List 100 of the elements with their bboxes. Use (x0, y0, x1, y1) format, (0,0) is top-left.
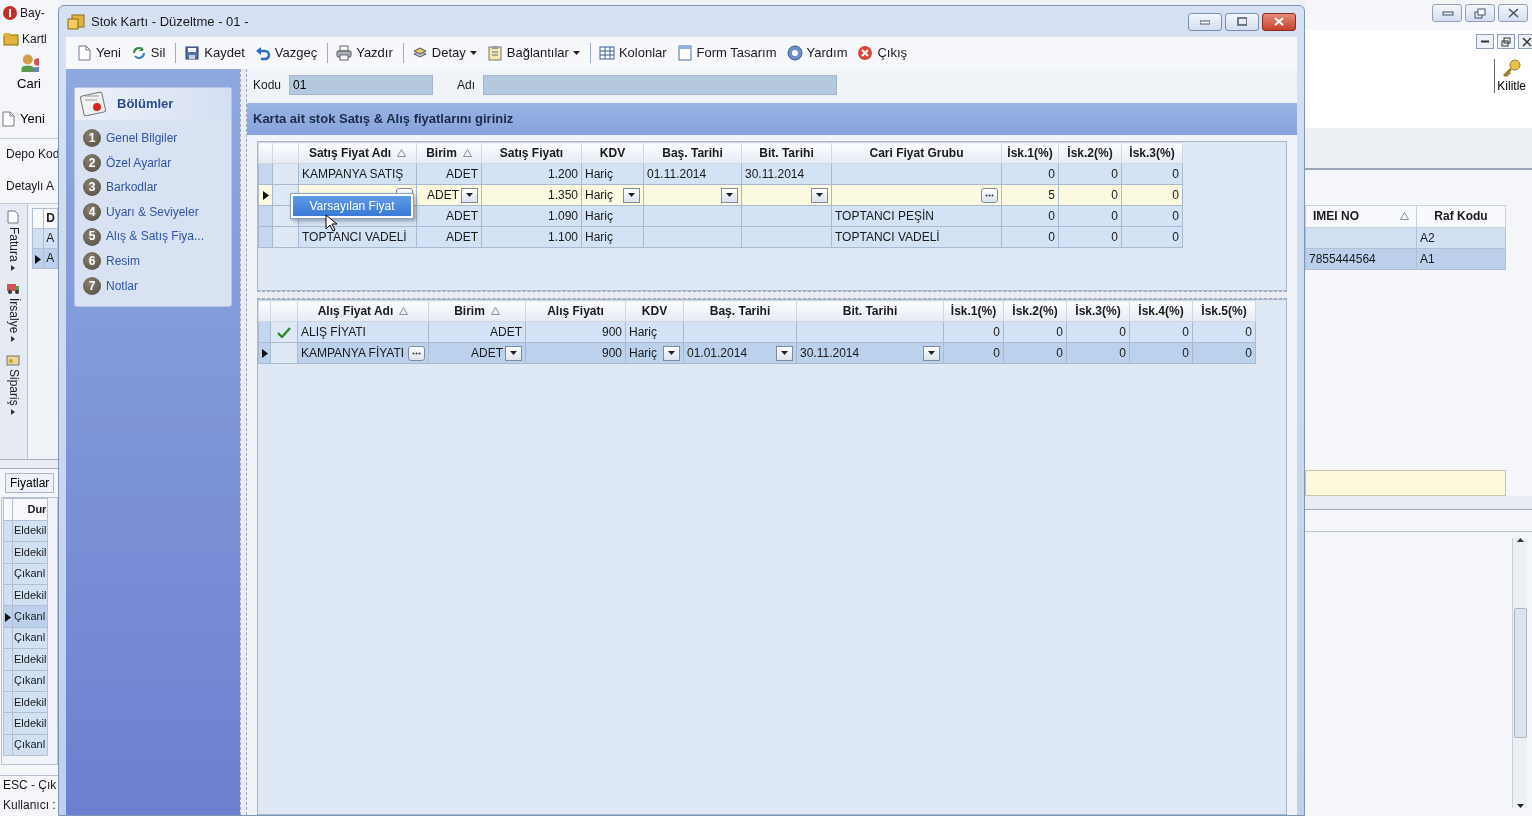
splitter[interactable] (240, 69, 247, 815)
page-icon (6, 210, 21, 224)
column-header[interactable]: Baş. Tarihi (643, 142, 742, 164)
column-header[interactable]: İsk.1(%) (1001, 142, 1059, 164)
scroll-thumb[interactable] (1513, 608, 1527, 738)
lock-button[interactable]: Kilitle (1494, 59, 1528, 94)
save-icon (184, 45, 201, 61)
section-link[interactable]: 1 Genel Bilgiler (75, 126, 231, 151)
column-header[interactable]: Cari Fiyat Grubu (831, 142, 1002, 164)
section-link[interactable]: 7 Notlar (75, 273, 231, 299)
minimize-button[interactable] (1476, 34, 1494, 49)
menu-item[interactable]: Varsayılan Fiyat (293, 196, 411, 217)
ellipsis-button[interactable] (981, 187, 998, 203)
dropdown-button[interactable] (721, 187, 738, 203)
section-link[interactable]: 3 Barkodlar (75, 175, 231, 200)
column-header[interactable]: İsk.5(%) (1192, 300, 1256, 322)
toolbar-button[interactable]: Vazgeç (250, 43, 322, 63)
table-cell: 7855444564 (1305, 248, 1417, 270)
toolbar-button[interactable]: Bağlantılar (482, 43, 584, 63)
window-title: Bay- (20, 5, 45, 21)
toolbar-button[interactable]: Yeni (0, 104, 58, 134)
close-icon (1522, 36, 1532, 47)
section-link[interactable]: 2 Özel Ayarlar (75, 150, 231, 176)
caret-icon (781, 351, 788, 355)
restore-button[interactable] (1497, 34, 1515, 49)
ellipsis-button[interactable] (408, 345, 425, 361)
section-link[interactable]: 4 Uyarı & Seviyeler (75, 199, 231, 225)
menu-item[interactable]: Kartl (22, 31, 47, 47)
toolbar-button[interactable]: Kolonlar (589, 43, 671, 63)
close-button[interactable] (1498, 4, 1528, 22)
dropdown-button[interactable] (623, 187, 640, 203)
toolbar-button[interactable]: Kaydet (175, 43, 249, 63)
recycle-icon (130, 45, 147, 61)
code-field[interactable]: 01 (289, 75, 434, 95)
column-header[interactable]: Alış Fiyat Adı (297, 300, 429, 322)
sort-icon (490, 307, 500, 315)
restore-icon (1473, 7, 1487, 19)
dropdown-button[interactable] (663, 345, 680, 361)
dropdown-button[interactable] (461, 187, 478, 203)
column-header[interactable]: Dur (12, 498, 48, 521)
column-header[interactable]: İsk.1(%) (943, 300, 1004, 322)
tab[interactable]: Fiyatlar (5, 473, 55, 494)
status-text: ESC - Çık (2, 777, 58, 794)
splitter[interactable] (257, 291, 1287, 299)
dropdown-button[interactable] (811, 187, 828, 203)
column-header[interactable]: İsk.3(%) (1121, 142, 1183, 164)
side-tab[interactable]: İrsalye (6, 280, 21, 343)
scrollbar[interactable] (1512, 538, 1527, 808)
field-label: Kodu (253, 77, 282, 93)
toolbar-button[interactable]: Sil (126, 43, 170, 63)
minimize-icon (1200, 17, 1210, 26)
column-header[interactable]: Baş. Tarihi (683, 300, 797, 322)
column-header[interactable]: IMEI NO (1305, 205, 1417, 228)
splitter[interactable] (0, 459, 58, 469)
caret-icon (510, 351, 517, 355)
close-button[interactable] (1262, 12, 1296, 31)
column-header[interactable]: Bit. Tarihi (796, 300, 944, 322)
column-header[interactable]: KDV (581, 142, 644, 164)
column-header[interactable]: Satış Fiyat Adı (298, 142, 417, 164)
toolbar-button[interactable]: Yeni (72, 43, 125, 63)
table-icon (598, 45, 615, 61)
section-link[interactable]: 6 Resim (75, 248, 231, 274)
close-icon (857, 45, 874, 61)
close-icon (1506, 7, 1520, 19)
dropdown-button[interactable] (505, 345, 522, 361)
sort-icon (397, 149, 407, 157)
sort-icon (399, 307, 409, 315)
toolbar-button[interactable]: Form Tasarım (672, 43, 781, 63)
toolbar-button[interactable]: Detay (402, 43, 481, 63)
column-header[interactable]: Birim (428, 300, 526, 322)
close-button[interactable] (1518, 34, 1532, 49)
input-field[interactable] (1305, 470, 1506, 496)
side-tab[interactable]: Sipariş (6, 352, 21, 415)
toolbar-button[interactable]: Yardım (782, 43, 852, 63)
dropdown-button[interactable] (923, 345, 940, 361)
toolbar-button[interactable]: Çıkış (853, 43, 912, 63)
splitter[interactable] (1305, 496, 1532, 510)
side-tab[interactable]: Fatura (6, 210, 21, 271)
maximize-button[interactable] (1225, 12, 1259, 31)
toolbar-button[interactable]: Yazdır (327, 43, 397, 63)
caret-icon (11, 336, 16, 343)
caret-icon (466, 193, 473, 197)
column-header[interactable]: Bit. Tarihi (741, 142, 832, 164)
restore-button[interactable] (1465, 4, 1495, 22)
maximize-icon (1237, 17, 1247, 26)
page-icon (76, 45, 92, 61)
column-header[interactable]: İsk.2(%) (1003, 300, 1067, 322)
column-header[interactable]: KDV (625, 300, 684, 322)
section-link[interactable]: 5 Alış & Satış Fiya... (75, 224, 231, 249)
column-header[interactable]: İsk.2(%) (1058, 142, 1122, 164)
step-number: 5 (83, 227, 101, 246)
column-header[interactable]: İsk.4(%) (1129, 300, 1193, 322)
column-header[interactable]: Raf Kodu (1416, 205, 1506, 228)
name-field[interactable] (483, 75, 838, 95)
column-header[interactable]: Birim (416, 142, 482, 164)
column-header[interactable]: Alış Fiyatı (525, 300, 626, 322)
ribbon-button[interactable]: Cari (0, 52, 58, 100)
column-header[interactable]: İsk.3(%) (1066, 300, 1130, 322)
dropdown-button[interactable] (776, 345, 793, 361)
column-header[interactable]: Satış Fiyatı (481, 142, 582, 164)
